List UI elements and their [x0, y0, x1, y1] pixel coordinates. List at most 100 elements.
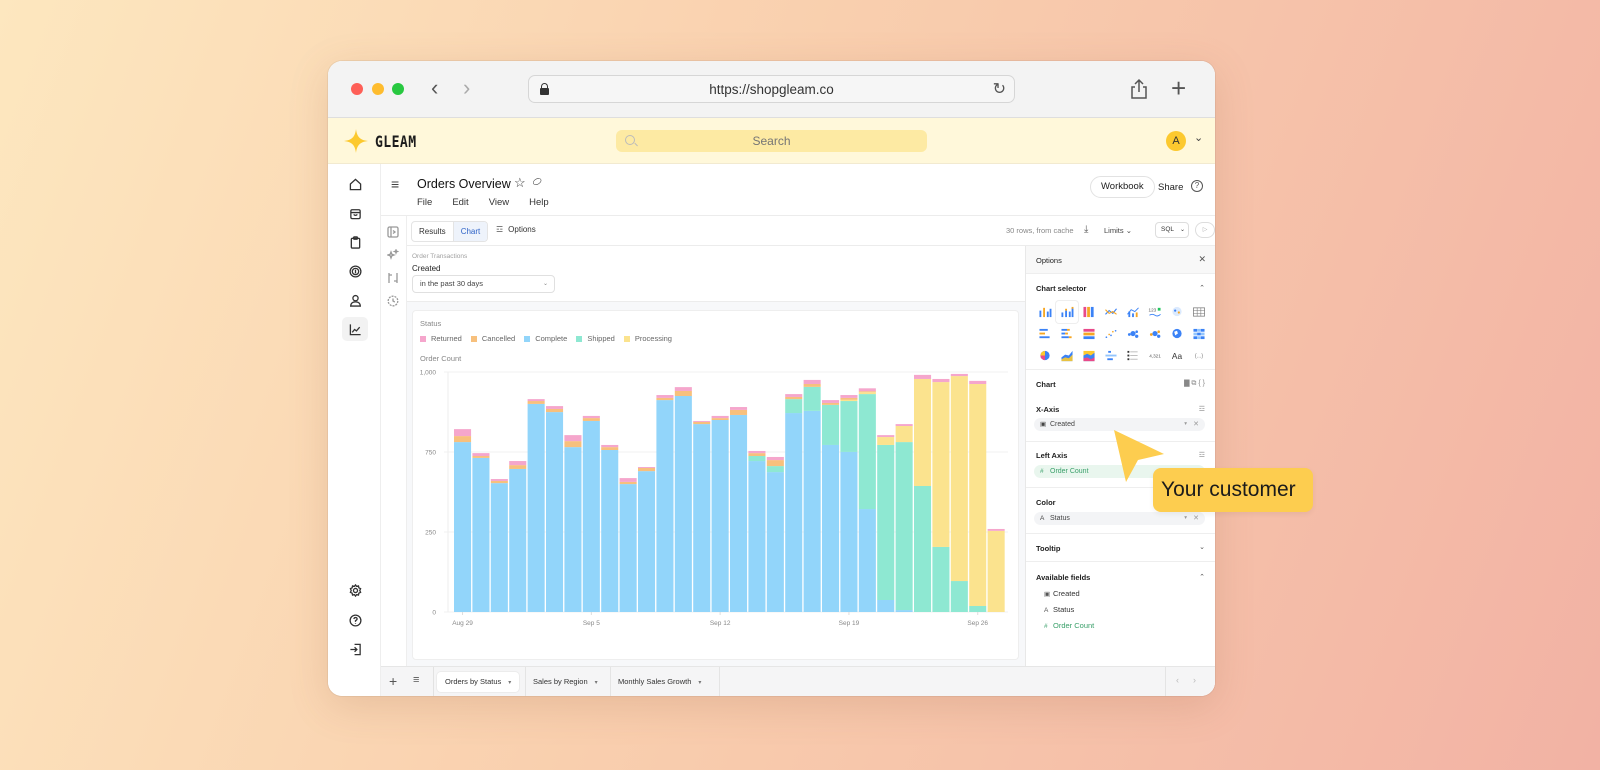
bar-segment-returned[interactable] — [564, 435, 582, 442]
limits-dropdown[interactable]: Limits ⌄ — [1104, 226, 1132, 235]
history-icon[interactable] — [387, 294, 400, 307]
bar-segment-cancelled[interactable] — [546, 408, 564, 413]
bar-segment-returned[interactable] — [472, 453, 490, 456]
avatar[interactable]: A — [1166, 131, 1186, 151]
chart-type-bar[interactable] — [1034, 301, 1056, 323]
remove-icon[interactable]: ✕ — [1193, 512, 1199, 525]
field-status[interactable]: A Status — [1044, 605, 1074, 614]
chart-type-scatter[interactable] — [1100, 323, 1122, 345]
bar-segment-returned[interactable] — [785, 394, 803, 397]
new-tab-icon[interactable]: + — [1171, 74, 1186, 102]
bar-segment-complete[interactable] — [454, 442, 472, 612]
bar-segment-cancelled[interactable] — [730, 409, 748, 415]
bar-segment-processing[interactable] — [969, 384, 987, 606]
chart-type-bubble[interactable] — [1122, 323, 1144, 345]
bar-segment-complete[interactable] — [877, 600, 895, 612]
bar-segment-cancelled[interactable] — [601, 447, 619, 450]
chart-type-horizontal-grid-bar[interactable] — [1078, 323, 1100, 345]
bar-segment-returned[interactable] — [454, 429, 472, 437]
bar-segment-returned[interactable] — [601, 444, 619, 448]
bar-segment-cancelled[interactable] — [472, 456, 490, 458]
bar-segment-returned[interactable] — [509, 461, 527, 466]
bar-segment-returned[interactable] — [656, 395, 674, 398]
sheet-tab-monthly-sales-growth[interactable]: Monthly Sales Growth ▾ — [610, 672, 709, 692]
tooltip-section[interactable]: Tooltip ⌄ — [1026, 534, 1215, 562]
bar-segment-shipped[interactable] — [803, 386, 821, 411]
forward-icon[interactable]: › — [463, 76, 470, 100]
chevron-down-icon[interactable]: ⌄ — [1194, 131, 1203, 144]
branch-icon[interactable] — [387, 271, 400, 284]
bar-segment-returned[interactable] — [730, 407, 748, 410]
sidebar-item-analytics[interactable] — [342, 317, 368, 341]
bar-segment-complete[interactable] — [527, 403, 545, 612]
chart-type-area[interactable] — [1056, 345, 1078, 367]
bar-segment-returned[interactable] — [858, 388, 876, 392]
tab-results[interactable]: Results — [412, 222, 453, 241]
sidebar-item-home[interactable] — [342, 172, 368, 196]
bar-segment-shipped[interactable] — [877, 444, 895, 600]
share-icon[interactable] — [1130, 78, 1148, 100]
chart-type-funnel[interactable] — [1100, 345, 1122, 367]
bar-segment-shipped[interactable] — [914, 486, 932, 612]
bar-segment-returned[interactable] — [987, 528, 1005, 531]
color-field[interactable]: A Status ▾ ✕ — [1034, 512, 1205, 525]
chart-section-tools[interactable]: ▇ ⧉ { } — [1184, 379, 1205, 388]
bar-segment-returned[interactable] — [877, 435, 895, 438]
bar-segment-cancelled[interactable] — [582, 418, 600, 421]
bar-segment-returned[interactable] — [914, 374, 932, 379]
page-title[interactable]: Orders Overview — [417, 177, 511, 191]
date-range-select[interactable]: in the past 30 days ⌄ — [412, 275, 555, 293]
search-box[interactable] — [616, 130, 927, 152]
bar-segment-cancelled[interactable] — [509, 465, 527, 469]
star-icon[interactable]: ☆ — [514, 175, 526, 191]
chart-type-list[interactable] — [1122, 345, 1144, 367]
bar-segment-returned[interactable] — [840, 395, 858, 398]
bar-segment-cancelled[interactable] — [693, 421, 711, 425]
bar-segment-returned[interactable] — [748, 450, 766, 454]
remove-icon[interactable]: ✕ — [1193, 418, 1199, 431]
bar-segment-complete[interactable] — [858, 509, 876, 612]
url-text[interactable]: https://shopgleam.co — [529, 82, 1014, 97]
sidebar-item-settings[interactable] — [342, 578, 368, 602]
chevron-left-icon[interactable]: ‹ — [1176, 675, 1179, 685]
chart-type-text[interactable]: Aa — [1166, 345, 1188, 367]
bar-segment-complete[interactable] — [766, 472, 784, 612]
minimize-window-button[interactable] — [372, 83, 384, 95]
bar-segment-complete[interactable] — [785, 413, 803, 612]
chevron-down-icon[interactable]: ▾ — [1184, 418, 1187, 431]
bar-segment-complete[interactable] — [509, 468, 527, 612]
bar-segment-complete[interactable] — [674, 396, 692, 612]
bar-segment-processing[interactable] — [858, 392, 876, 395]
bar-segment-returned[interactable] — [969, 380, 987, 384]
bar-segment-cancelled[interactable] — [822, 402, 840, 405]
bar-segment-returned[interactable] — [711, 415, 729, 419]
bar-segment-complete[interactable] — [546, 412, 564, 612]
chevron-down-icon[interactable]: ▾ — [1184, 512, 1187, 525]
bar-segment-cancelled[interactable] — [454, 436, 472, 443]
bar-segment-complete[interactable] — [601, 450, 619, 612]
bar-segment-complete[interactable] — [693, 424, 711, 612]
bar-segment-complete[interactable] — [638, 471, 656, 612]
bar-segment-cancelled[interactable] — [619, 481, 637, 485]
download-icon[interactable]: ⤓ — [1084, 224, 1088, 235]
bar-segment-cancelled[interactable] — [564, 441, 582, 448]
bar-segment-returned[interactable] — [822, 400, 840, 403]
chart-type-line[interactable] — [1100, 301, 1122, 323]
chart-type-grid-bar[interactable] — [1078, 301, 1100, 323]
bar-segment-processing[interactable] — [932, 382, 950, 547]
bar-segment-cancelled[interactable] — [638, 468, 656, 472]
chart-type-horizontal-stacked-bar[interactable] — [1056, 323, 1078, 345]
chevron-up-icon[interactable]: ⌃ — [1199, 573, 1205, 581]
bar-segment-returned[interactable] — [803, 379, 821, 384]
chevron-up-icon[interactable]: ⌃ — [1199, 284, 1205, 292]
chart-type-bubble-alt[interactable] — [1144, 323, 1166, 345]
reload-icon[interactable]: ↻ — [993, 79, 1006, 99]
bar-segment-complete[interactable] — [619, 484, 637, 612]
bar-segment-processing[interactable] — [877, 437, 895, 445]
back-icon[interactable]: ‹ — [431, 76, 438, 100]
add-sheet-icon[interactable]: + — [389, 673, 397, 689]
bar-segment-complete[interactable] — [490, 483, 508, 612]
bar-segment-cancelled[interactable] — [785, 396, 803, 400]
chart-type-stacked-area[interactable] — [1078, 345, 1100, 367]
bar-segment-returned[interactable] — [932, 378, 950, 383]
